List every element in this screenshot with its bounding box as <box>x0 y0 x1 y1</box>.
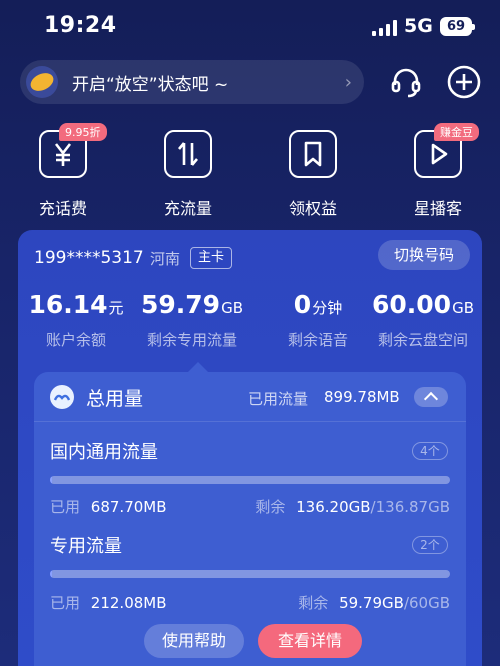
usage-progress-fill <box>50 570 52 578</box>
status-time: 19:24 <box>44 13 117 38</box>
usage-progress-fill <box>50 476 52 484</box>
action-rights[interactable]: 领权益 <box>268 130 358 219</box>
help-button[interactable]: 使用帮助 <box>144 624 244 658</box>
action-podcast[interactable]: 赚金豆 星播客 <box>393 123 483 219</box>
flow-arrows-icon <box>178 142 198 166</box>
headset-icon[interactable] <box>388 64 424 100</box>
bean-avatar-icon <box>26 66 58 98</box>
stat-balance[interactable]: 16.14元 账户余额 <box>26 290 126 350</box>
switch-number-button[interactable]: 切换号码 <box>378 240 470 270</box>
mood-text: 开启“放空”状态吧 ~ <box>72 74 229 95</box>
section-count[interactable]: 4个 <box>412 442 448 460</box>
chevron-right-icon: › <box>344 71 352 93</box>
stat-voice[interactable]: 0分钟 剩余语音 <box>268 290 368 350</box>
network-type: 5G <box>404 15 433 37</box>
cloud-icon <box>50 385 74 409</box>
yuan-icon <box>54 143 72 166</box>
add-icon[interactable] <box>446 64 482 100</box>
play-icon <box>431 143 448 165</box>
used-data-value: 899.78MB <box>324 388 400 406</box>
action-recharge-phone[interactable]: 9.95折 充话费 <box>18 123 108 219</box>
usage-progress-bar <box>50 570 450 578</box>
used-data-label: 已用流量 <box>248 390 309 408</box>
phone-number: 199****5317 <box>34 248 144 268</box>
stat-dedicated-data[interactable]: 59.79GB 剩余专用流量 <box>136 290 248 350</box>
signal-icon <box>372 20 397 36</box>
account-card: 199****5317 河南 主卡 切换号码 16.14元 账户余额 59.79… <box>18 230 482 666</box>
stat-cloud-storage[interactable]: 60.00GB 剩余云盘空间 <box>368 290 478 350</box>
mood-banner[interactable]: 开启“放空”状态吧 ~ › <box>20 60 364 104</box>
section-title: 国内通用流量 <box>50 442 158 463</box>
usage-row: 已用 212.08MB 剩余 59.79GB/60GB <box>50 594 450 612</box>
battery-icon: 69 <box>440 17 475 36</box>
reward-badge: 赚金豆 <box>434 123 479 141</box>
selection-pointer <box>188 362 208 372</box>
usage-row: 已用 687.70MB 剩余 136.20GB/136.87GB <box>50 498 450 516</box>
main-card-tag: 主卡 <box>190 247 232 269</box>
total-usage-title: 总用量 <box>86 388 144 410</box>
total-usage-header: 总用量 已用流量 899.78MB <box>34 372 466 422</box>
region: 河南 <box>150 250 181 268</box>
action-label: 充流量 <box>163 199 212 218</box>
bookmark-icon <box>304 141 322 167</box>
section-count[interactable]: 2个 <box>412 536 448 554</box>
usage-progress-bar <box>50 476 450 484</box>
status-bar: 19:24 5G 69 <box>0 0 500 54</box>
discount-badge: 9.95折 <box>59 123 107 141</box>
total-usage-card: 总用量 已用流量 899.78MB 国内通用流量 4个 已用 687.70MB … <box>34 372 466 666</box>
collapse-button[interactable] <box>414 387 448 407</box>
action-label: 领权益 <box>288 199 337 218</box>
action-label: 充话费 <box>38 199 87 218</box>
action-recharge-data[interactable]: 充流量 <box>143 130 233 219</box>
action-label: 星播客 <box>413 199 462 218</box>
view-details-button[interactable]: 查看详情 <box>258 624 362 658</box>
section-title: 专用流量 <box>50 536 122 557</box>
